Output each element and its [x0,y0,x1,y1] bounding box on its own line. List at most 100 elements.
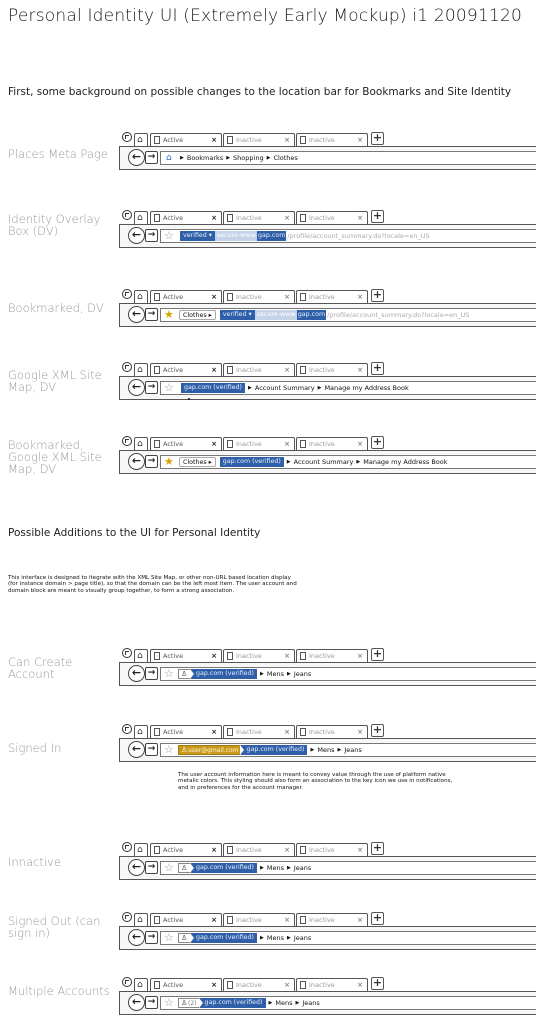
location-bar[interactable]: ☆ verified ▾ secure-www. gap.com/profile/… [160,229,536,243]
breadcrumb-item[interactable]: Manage my Address Book [324,384,408,392]
forward-button[interactable]: → [145,861,158,874]
breadcrumb-item[interactable]: Jeans [294,864,311,872]
forward-button[interactable]: → [145,151,158,164]
identity-verified-button[interactable]: verified ▾ [219,310,255,320]
location-bar[interactable]: ⌂ ▶ Bookmarks ▶ Shopping ▶ Clothes [160,151,536,165]
close-icon[interactable]: × [357,365,363,375]
star-icon[interactable]: ☆ [164,744,174,756]
forward-button[interactable]: → [145,743,158,756]
forward-button[interactable]: → [145,381,158,394]
close-icon[interactable]: × [284,292,290,302]
breadcrumb-item[interactable]: Jeans [294,934,311,942]
back-button[interactable]: ← [128,149,145,166]
home-tab[interactable]: ⌂ [134,133,148,146]
site-identity-button[interactable]: gap.com (verified) [240,745,308,755]
close-icon[interactable]: × [284,213,290,223]
forward-button[interactable]: → [145,996,158,1009]
home-tab[interactable]: ⌂ [134,725,148,738]
tab-inactive[interactable]: Inactive × [296,133,368,146]
new-tab-button[interactable]: + [371,289,384,302]
star-icon[interactable]: ☆ [164,862,174,874]
close-icon[interactable]: × [211,135,217,145]
tab-inactive[interactable]: Inactive × [223,437,295,450]
back-button[interactable]: ← [128,859,145,876]
close-icon[interactable]: × [284,727,290,737]
home-tab[interactable]: ⌂ [134,363,148,376]
home-tab[interactable]: ⌂ [134,290,148,303]
close-icon[interactable]: × [284,980,290,990]
site-identity-button[interactable]: gap.com (verified) [190,863,257,873]
bookmark-folder-button[interactable]: Clothes ▸ [179,457,216,467]
breadcrumb-item[interactable]: Account Summary [255,384,315,392]
breadcrumb-item[interactable]: Mens [275,999,292,1007]
tab-inactive[interactable]: Inactive × [223,133,295,146]
tab-active[interactable]: Active × [150,843,222,856]
home-tab[interactable]: ⌂ [134,843,148,856]
tab-inactive[interactable]: Inactive × [296,363,368,376]
close-icon[interactable]: × [211,651,217,661]
location-bar[interactable]: ☆ ♙(2) gap.com (verified) ▶ Mens ▶ Jeans [160,996,536,1010]
forward-button[interactable]: → [145,667,158,680]
tab-inactive[interactable]: Inactive × [296,290,368,303]
breadcrumb-item[interactable]: Bookmarks [187,154,223,162]
new-tab-button[interactable]: + [371,436,384,449]
close-icon[interactable]: × [357,980,363,990]
location-bar[interactable]: ☆ ♙ gap.com (verified) ▶ Mens ▶ Jeans [160,861,536,875]
home-tab[interactable]: ⌂ [134,978,148,991]
tab-inactive[interactable]: Inactive × [296,725,368,738]
back-button[interactable]: ← [128,994,145,1011]
back-button[interactable]: ← [128,379,145,396]
site-identity-button[interactable]: gap.com (verified) [181,383,245,393]
close-icon[interactable]: × [357,727,363,737]
back-button[interactable]: ← [128,665,145,682]
location-bar[interactable]: ★ Clothes ▸ verified ▾ secure-www. gap.co… [160,308,536,322]
site-identity-button[interactable]: gap.com (verified) [190,669,257,679]
breadcrumb-item[interactable]: Account Summary [294,458,354,466]
tab-inactive[interactable]: Inactive × [296,843,368,856]
star-icon[interactable]: ☆ [164,932,174,944]
tab-active[interactable]: Active × [150,725,222,738]
tab-active[interactable]: Active × [150,133,222,146]
tab-inactive[interactable]: Inactive × [223,363,295,376]
tab-inactive[interactable]: Inactive × [296,913,368,926]
tab-active[interactable]: Active × [150,437,222,450]
back-button[interactable]: ← [128,453,145,470]
home-tab[interactable]: ⌂ [134,437,148,450]
new-tab-button[interactable]: + [371,362,384,375]
close-icon[interactable]: × [284,439,290,449]
new-tab-button[interactable]: + [371,210,384,223]
location-bar[interactable]: ☆ gap.com (verified) ▶ Account Summary ▶… [160,381,536,395]
close-icon[interactable]: × [357,213,363,223]
star-icon[interactable]: ☆ [164,382,174,394]
tab-active[interactable]: Active × [150,211,222,224]
close-icon[interactable]: × [284,135,290,145]
close-icon[interactable]: × [284,915,290,925]
tab-inactive[interactable]: Inactive × [223,290,295,303]
star-icon[interactable]: ★ [164,309,174,321]
breadcrumb-item[interactable]: Jeans [344,746,361,754]
tab-inactive[interactable]: Inactive × [223,211,295,224]
close-icon[interactable]: × [211,915,217,925]
tab-inactive[interactable]: Inactive × [296,978,368,991]
close-icon[interactable]: × [211,365,217,375]
close-icon[interactable]: × [284,845,290,855]
new-tab-button[interactable]: + [371,842,384,855]
site-identity-button[interactable]: gap.com (verified) [219,457,284,467]
close-icon[interactable]: × [357,439,363,449]
site-identity-button[interactable]: gap.com (verified) [198,998,266,1008]
new-tab-button[interactable]: + [371,724,384,737]
location-bar[interactable]: ☆ ♙user@gmail.com gap.com (verified) ▶ Me… [160,743,536,757]
close-icon[interactable]: × [211,727,217,737]
tab-active[interactable]: Active × [150,913,222,926]
account-button[interactable]: ♙(2) [178,998,200,1008]
home-tab[interactable]: ⌂ [134,649,148,662]
close-icon[interactable]: × [211,845,217,855]
breadcrumb-item[interactable]: Mens [317,746,334,754]
new-tab-button[interactable]: + [371,912,384,925]
forward-button[interactable]: → [145,308,158,321]
close-icon[interactable]: × [357,292,363,302]
home-tab[interactable]: ⌂ [134,913,148,926]
identity-verified-button[interactable]: verified ▾ [180,231,215,241]
close-icon[interactable]: × [211,213,217,223]
site-identity-button[interactable]: gap.com (verified) [190,933,257,943]
